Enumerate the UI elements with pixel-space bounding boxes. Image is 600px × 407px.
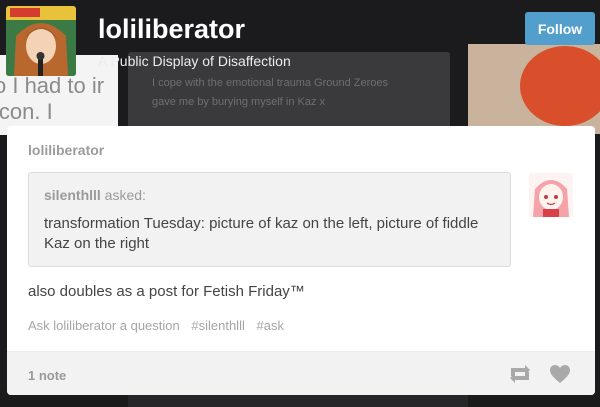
ask-question-link[interactable]: Ask loliliberator a question bbox=[28, 318, 180, 333]
post-card: loliliberator silenthlll asked: transfor… bbox=[7, 126, 595, 395]
post-tags: Ask loliliberator a question #silenthlll… bbox=[28, 318, 292, 333]
blog-description: A Public Display of Disaffection bbox=[98, 53, 291, 69]
heart-icon[interactable] bbox=[549, 363, 571, 385]
blog-title[interactable]: loliliberator bbox=[98, 14, 245, 45]
asked-label: asked: bbox=[100, 187, 146, 203]
ask-asker-line: silenthlll asked: bbox=[44, 187, 146, 203]
ask-box: silenthlll asked: transformation Tuesday… bbox=[28, 172, 511, 267]
post-author[interactable]: loliliberator bbox=[28, 142, 104, 158]
tag-ask[interactable]: #ask bbox=[256, 318, 283, 333]
ask-question: transformation Tuesday: picture of kaz o… bbox=[44, 215, 479, 252]
background-tile-text: I cope with the emotional trauma Ground … bbox=[152, 77, 389, 108]
asker-name[interactable]: silenthlll bbox=[44, 187, 101, 203]
asker-avatar[interactable] bbox=[529, 173, 573, 217]
blog-avatar[interactable] bbox=[6, 6, 76, 76]
background-photo-tile bbox=[468, 44, 600, 134]
post-footer: 1 note bbox=[7, 351, 595, 395]
background-left-text: o I had to ir icon. I bbox=[0, 73, 105, 124]
tag-silenthlll[interactable]: #silenthlll bbox=[191, 318, 244, 333]
note-count[interactable]: 1 note bbox=[28, 368, 66, 383]
follow-button[interactable]: Follow bbox=[525, 12, 595, 45]
post-body: also doubles as a post for Fetish Friday… bbox=[28, 283, 305, 300]
reblog-icon[interactable] bbox=[508, 363, 532, 385]
